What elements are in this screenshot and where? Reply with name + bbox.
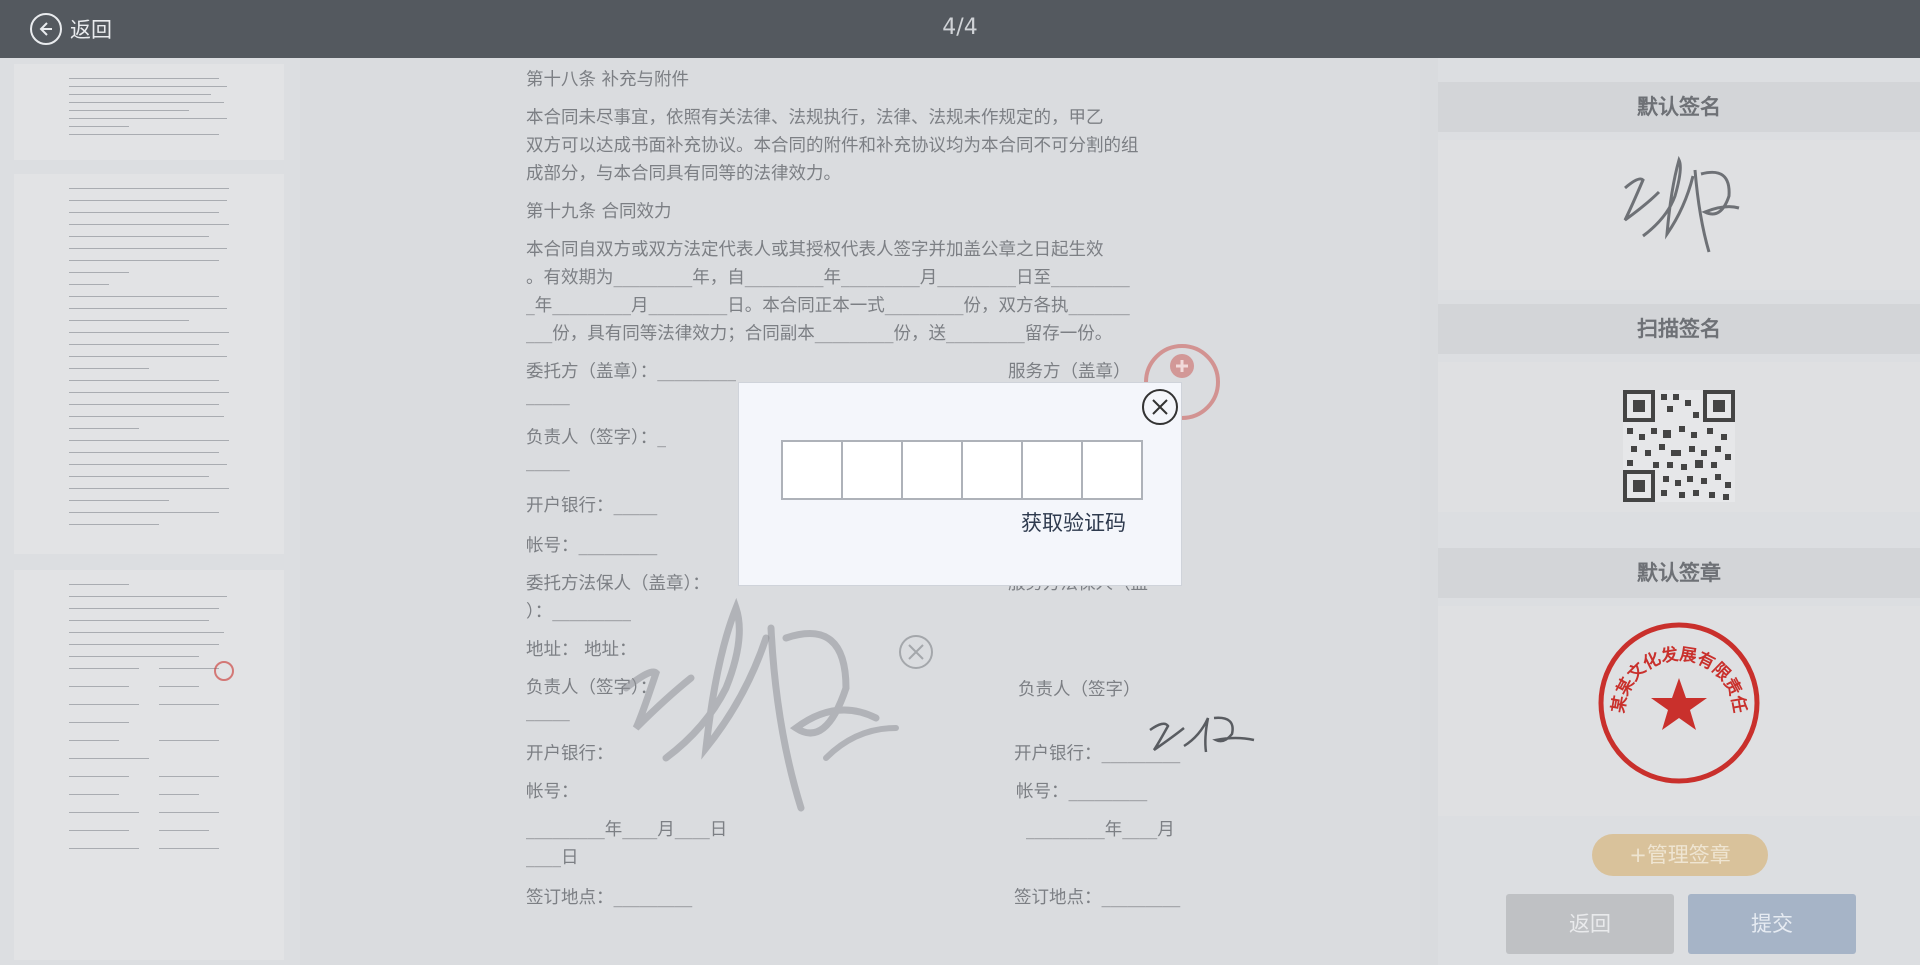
field-client-account: 帐号：_________ <box>526 536 658 556</box>
field-client-account-2: 帐号： <box>526 782 579 802</box>
page-indicator: 4/4 <box>942 15 978 40</box>
doc-line: 成部分，与本合同具有同等的法律效力。 <box>526 164 841 184</box>
scan-signature-title: 扫描签名 <box>1438 304 1920 354</box>
seal-thumbnail-icon <box>214 661 234 681</box>
doc-line: 第十九条 合同效力 <box>526 202 672 222</box>
default-seal-card[interactable]: 中国某某文化发展有限责任公司 <box>1438 606 1920 816</box>
doc-line: 本合同自双方或双方法定代表人或其授权代表人签字并加盖公章之日起生效 <box>526 240 1104 260</box>
code-digit-input[interactable] <box>903 442 963 498</box>
panel-back-button[interactable]: 返回 <box>1506 894 1674 954</box>
field-client-bank: 开户银行：_____ <box>526 496 658 516</box>
field-underline: _____ <box>526 386 570 406</box>
field-provider-place: 签订地点：_________ <box>1014 888 1181 908</box>
page-thumbnail[interactable] <box>14 174 284 554</box>
scan-signature-card[interactable] <box>1438 362 1920 512</box>
code-digit-input[interactable] <box>1083 442 1141 498</box>
default-signature-title: 默认签名 <box>1438 82 1920 132</box>
field-underline: _____ <box>526 452 570 472</box>
default-signature-icon[interactable] <box>1613 148 1743 258</box>
field-underline: ____日 <box>526 848 579 868</box>
page-thumbnail-current[interactable] <box>14 570 284 960</box>
code-digit-input[interactable] <box>1023 442 1083 498</box>
code-input-group <box>781 440 1143 500</box>
field-client-seal: 委托方（盖章）：_________ <box>526 362 736 382</box>
placed-signature-icon[interactable] <box>1144 710 1264 760</box>
field-client-place: 签订地点：_________ <box>526 888 693 908</box>
default-seal-title: 默认签章 <box>1438 548 1920 598</box>
signature-draft-icon[interactable] <box>596 578 936 878</box>
page-thumbnails <box>0 58 300 965</box>
field-provider-account: 帐号：_________ <box>1016 782 1148 802</box>
page-thumbnail[interactable] <box>14 64 284 160</box>
top-bar: 返回 4/4 <box>0 0 1920 58</box>
code-digit-input[interactable] <box>843 442 903 498</box>
doc-line: _年_________月_________日。本合同正本一式_________份… <box>526 296 1130 316</box>
close-icon[interactable] <box>1142 389 1178 425</box>
code-digit-input[interactable] <box>963 442 1023 498</box>
doc-line: 。有效期为_________年，自_________年_________月___… <box>526 268 1130 288</box>
doc-line: 第十八条 补充与附件 <box>526 70 690 90</box>
qr-code-icon[interactable] <box>1623 390 1735 502</box>
field-underline: _____ <box>526 702 570 722</box>
submit-button[interactable]: 提交 <box>1688 894 1856 954</box>
manage-seal-button[interactable]: +管理签章 <box>1592 834 1768 876</box>
doc-line: ___份，具有同等法律效力；合同副本_________份，送_________留… <box>526 324 1113 344</box>
field-provider-date: _________年____月 <box>1026 820 1175 840</box>
signature-remove-icon[interactable] <box>898 634 934 670</box>
doc-line: 本合同未尽事宜，依照有关法律、法规执行，法律、法规未作规定的，甲乙 <box>526 108 1104 128</box>
get-code-button[interactable]: 获取验证码 <box>1021 507 1126 537</box>
code-digit-input[interactable] <box>783 442 843 498</box>
company-seal-icon[interactable]: 中国某某文化发展有限责任公司 <box>1596 620 1762 786</box>
field-client-signer: 负责人（签字）：_ <box>526 428 666 448</box>
field-provider-signer: 负责人（签字） <box>1018 680 1141 700</box>
signature-panel: 默认签名 扫描签名 默认签章 某某文化发展有限责任 +管理签章 返回 提交 <box>1438 58 1920 965</box>
field-provider-seal: 服务方（盖章） <box>1008 362 1131 382</box>
default-signature-card[interactable] <box>1438 140 1920 290</box>
verification-code-dialog: 获取验证码 <box>738 382 1182 586</box>
doc-line: 双方可以达成书面补充协议。本合同的附件和补充协议均为本合同不可分割的组 <box>526 136 1139 156</box>
